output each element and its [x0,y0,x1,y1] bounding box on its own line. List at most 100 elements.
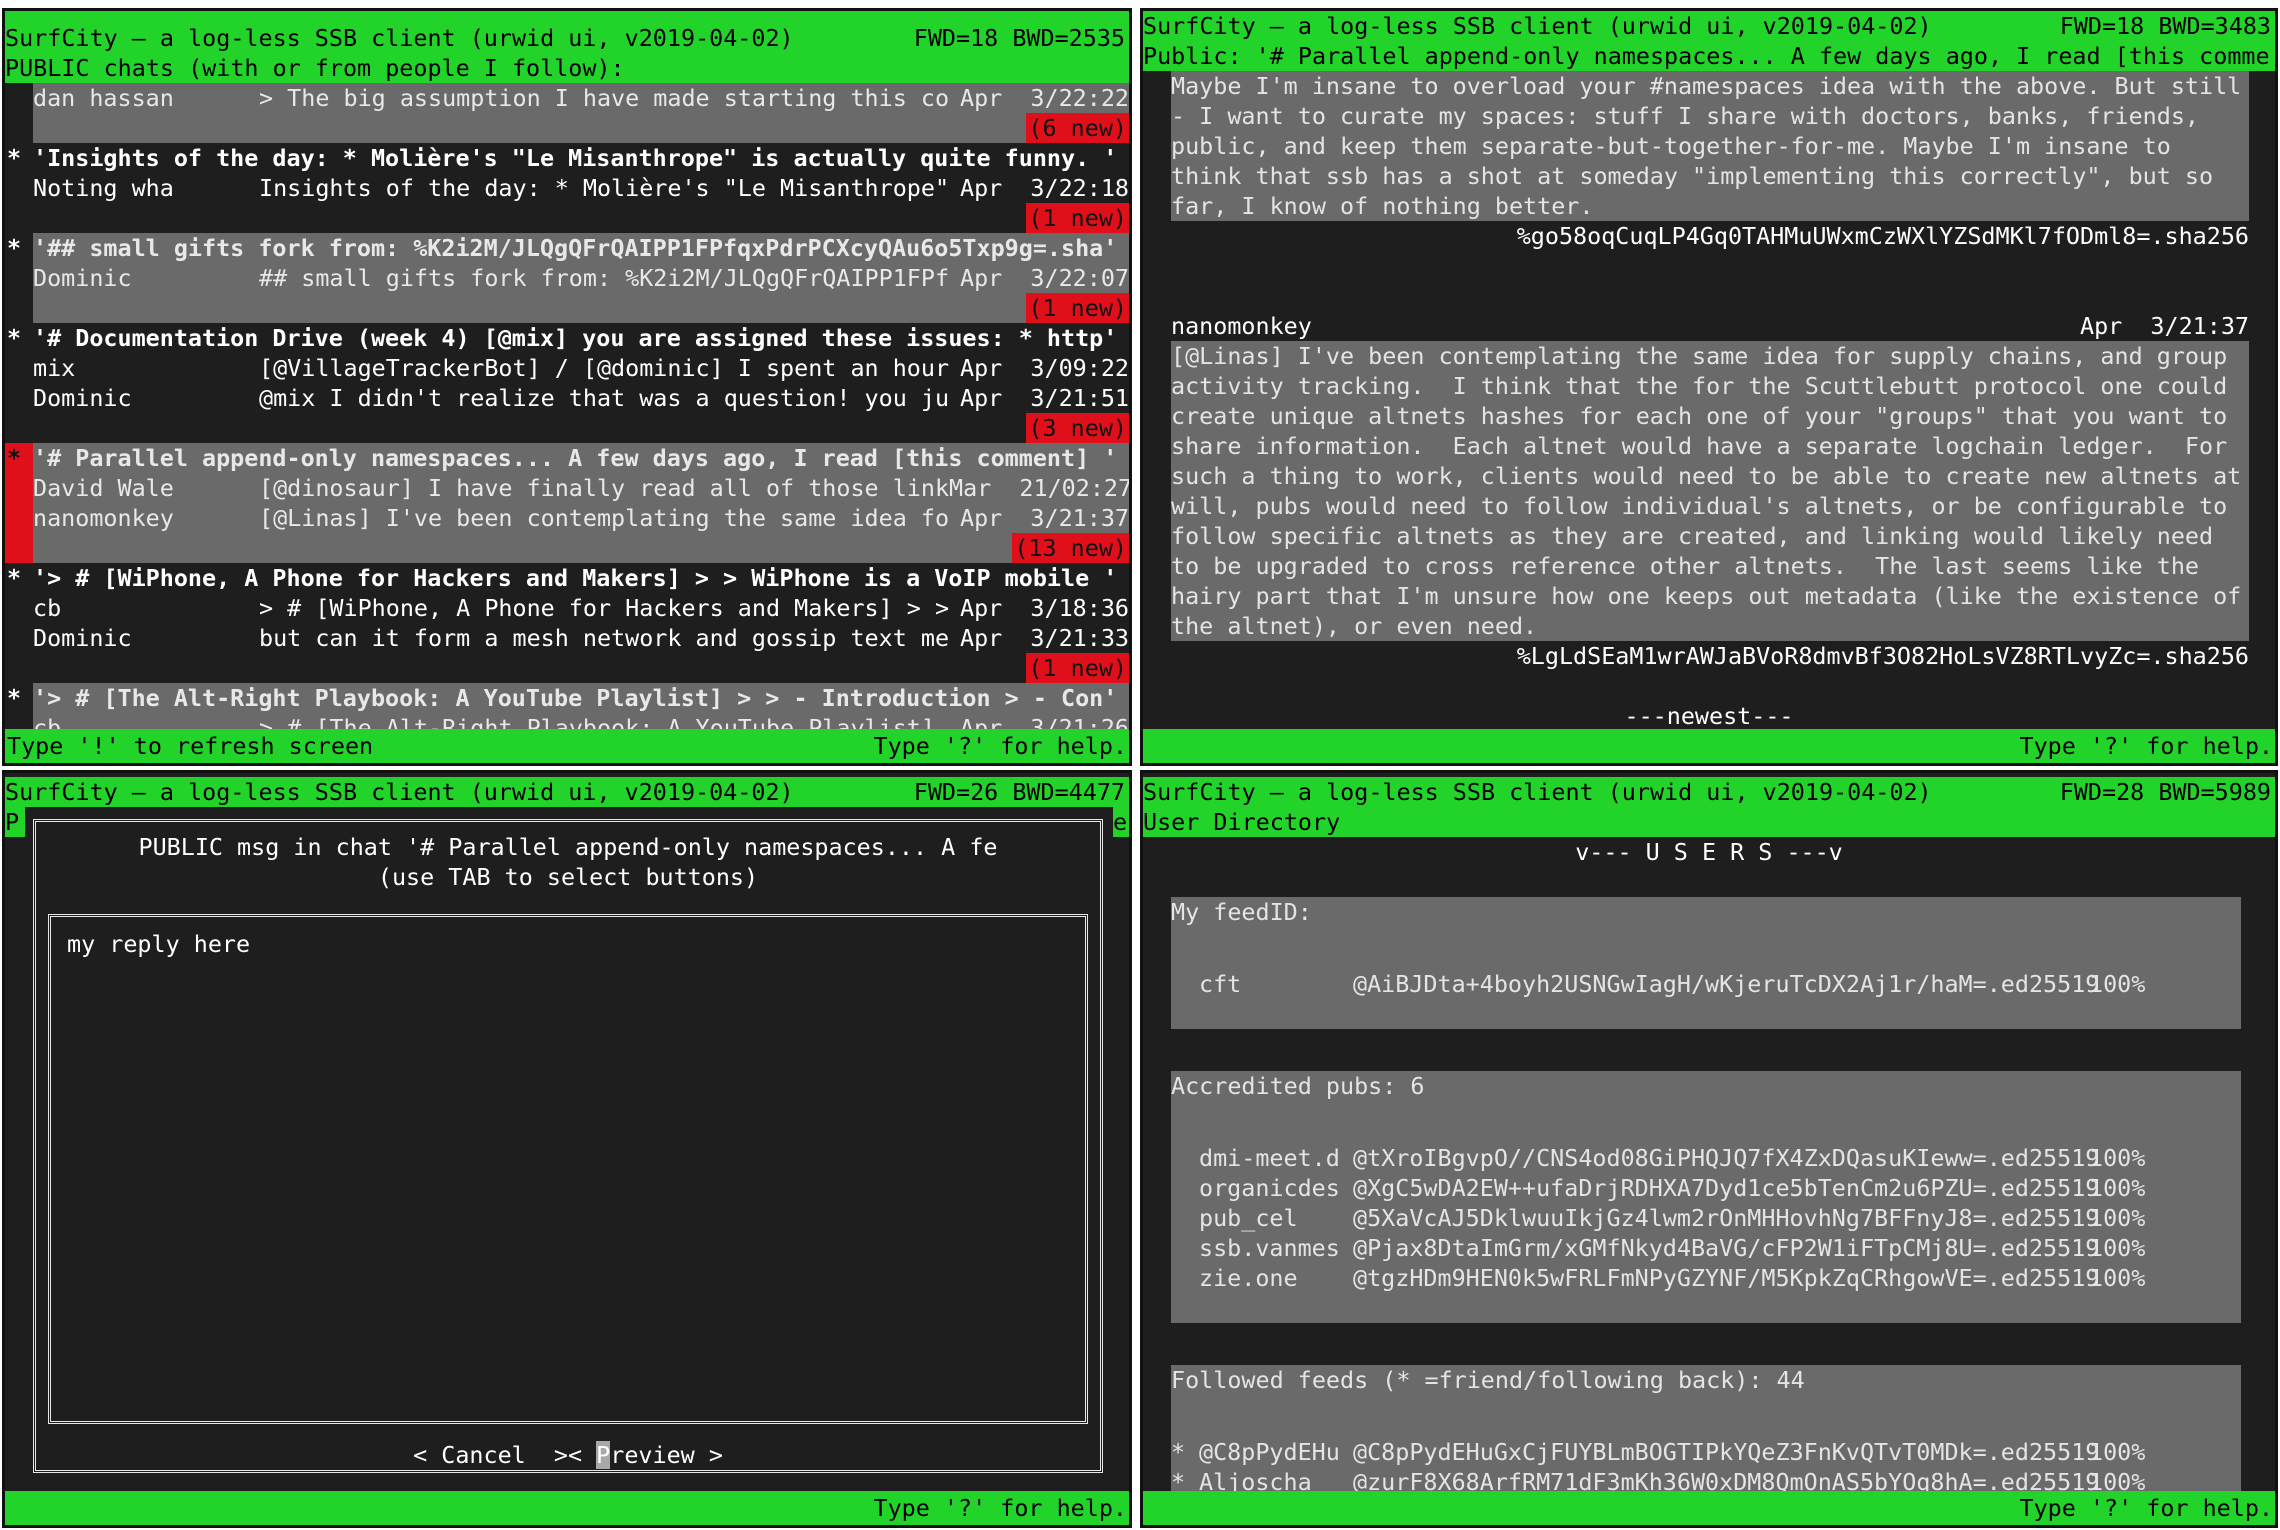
thread-messages: Maybe I'm insane to overload your #names… [1143,71,2275,671]
message-body-line: far, I know of nothing better. [1171,192,1594,220]
friend-star [1171,969,1199,999]
thread-title: '# Parallel append-only namespaces... A … [33,444,1118,472]
user-feed-id: @AiBJDta+4boyh2USNGwIagH/wKjeruTcDX2Aj1r… [1353,970,2100,998]
user-feed-id: @XgC5wDA2EW++ufaDrjRDHXA7Dyd1ce5bTenCm2u… [1353,1174,2100,1202]
chat-thread[interactable]: 'Insights of the day: * Molière's "Le Mi… [5,143,1129,233]
star-icon: * [7,234,22,262]
message-snippet: Insights of the day: * Molière's "Le Mis… [259,174,949,202]
message-date: Apr 3/09:22 [949,353,1129,383]
user-feed-id: @Pjax8DtaImGrm/xGMfNkyd4BaVG/cFP2W1iFTpC… [1353,1234,2100,1262]
new-count-badge: (3 new) [1026,413,1129,443]
message-author: nanomonkey [33,504,174,532]
user-name: zie.one [1199,1264,1298,1292]
scrolled-header-remnant [5,11,1129,23]
chat-thread[interactable]: '## small gifts fork from: %K2i2M/JLQgQF… [5,233,1129,323]
message-author: mix [33,354,76,382]
thread-message[interactable]: nanomonkey Apr 3/21:37 [@Linas] I've been … [1143,251,2275,671]
message-snippet: ## small gifts fork from: %K2i2M/JLQgQFr… [259,264,949,292]
thread-subtitle: Public: '# Parallel append-only namespac… [1143,41,2275,71]
message-body-line: the altnet), or even need. [1171,612,1538,640]
message-date: Apr 3/22:07 [949,263,1129,293]
message-body-line: think that ssb has a shot at someday "im… [1171,162,2214,190]
message-time: 3/22:07 [1030,264,1129,292]
preview-open-bracket: < [567,1441,597,1469]
chat-thread[interactable]: '> # [WiPhone, A Phone for Hackers and M… [5,563,1129,683]
chat-thread[interactable]: '# Parallel append-only namespaces... A … [5,443,1129,563]
message-time: 3/21:33 [1030,624,1129,652]
subtitle-edge-left: P [5,807,25,837]
message-month: Apr [960,264,1003,292]
message-body-line: to be upgraded to cross reference other … [1171,552,2200,580]
user-row[interactable]: dmi-meet.d @tXroIBgvpO//CNS4od08GiPHQJQ7f… [1171,1143,2241,1173]
message-body-line: such a thing to work, clients would need… [1171,462,2242,490]
chat-list-subtitle: PUBLIC chats (with or from people I foll… [5,53,1129,83]
star-icon: * [7,684,22,712]
user-row[interactable]: organicdes @XgC5wDA2EW++ufaDrjRDHXA7Dyd1c… [1171,1173,2241,1203]
thread-list: dan hassan > The big assumption I have ma… [5,83,1129,743]
help-hint: Type '?' for help. [2019,1494,2273,1522]
status-bar: Type '?' for help. [5,1491,1129,1525]
message-month: Apr [960,624,1003,652]
user-name: cft [1199,970,1242,998]
dialog-hint: (use TAB to select buttons) [377,863,759,891]
chat-thread[interactable]: dan hassan > The big assumption I have ma… [5,83,1129,143]
preview-button[interactable]: < Preview > [568,1441,723,1469]
user-row[interactable]: pub_cel @5XaVcAJ5DklwuuIkjGz4lwm2rOnMHHov… [1171,1203,2241,1233]
new-count-badge: (13 new) [1012,533,1129,563]
compose-dialog: PUBLIC msg in chat '# Parallel append-on… [33,819,1103,1473]
friend-star [1171,1143,1199,1173]
message-date: Apr 3/21:37 [2080,312,2249,340]
message-month: Apr [960,594,1003,622]
message-preview-row: Dominic ## small gifts fork from: %K2i2M/… [33,263,1129,293]
message-hash: %go58oqCuqLP4Gq0TAHMuUWxmCzWXlYZSdMKl7fO… [1516,222,2249,250]
message-time: 3/09:22 [1030,354,1129,382]
friend-star: * [1171,1438,1186,1466]
user-feed-id: @tXroIBgvpO//CNS4od08GiPHQJQ7fX4ZxDQasuK… [1353,1144,2100,1172]
user-row[interactable]: * @C8pPydEHu @C8pPydEHuGxCjFUYBLmBOGTIPkYQ… [1171,1437,2241,1467]
message-author: cb [33,594,62,622]
app-title-bar: SurfCity – a log-less SSB client (urwid … [1143,777,2275,807]
message-author: Noting wha [33,174,174,202]
message-time: 3/21:51 [1030,384,1129,412]
message-date: Mar 21/02:27 [949,473,1129,503]
new-count-badge: (1 new) [1026,293,1129,323]
message-month: Apr [960,354,1003,382]
message-author: nanomonkey [1171,312,1312,340]
message-input[interactable]: my reply here [48,914,1088,1424]
new-badge-row: (1 new) [33,203,1129,233]
cancel-button[interactable]: < Cancel > [413,1441,568,1469]
new-badge-row: (1 new) [33,293,1129,323]
star-icon: * [7,144,22,172]
user-directory-terminal: SurfCity – a log-less SSB client (urwid … [1140,770,2278,1528]
user-feed-id: @C8pPydEHuGxCjFUYBLmBOGTIPkYQeZ3FnKvQTvT… [1353,1438,2100,1466]
app-title: SurfCity – a log-less SSB client (urwid … [5,24,794,52]
chat-list-terminal: SurfCity – a log-less SSB client (urwid … [2,8,1132,766]
message-time: 21/02:27 [1019,474,1132,502]
message-month: Apr [960,504,1003,532]
subtitle-edge-right: e [1113,807,1129,837]
feed-counters: FWD=18 BWD=3483 [2059,12,2271,40]
section-label: My feedID: [1171,898,1312,926]
sync-percent: 100% [2089,1438,2146,1466]
message-body: [@Linas] I've been contemplating the sam… [1171,341,2249,641]
user-row[interactable]: ssb.vanmes @Pjax8DtaImGrm/xGMfNkyd4BaVG/c… [1171,1233,2241,1263]
new-badge-row: (6 new) [33,113,1129,143]
help-hint: Type '?' for help. [873,1494,1127,1522]
thread-message[interactable]: Maybe I'm insane to overload your #names… [1143,71,2275,251]
app-title: SurfCity – a log-less SSB client (urwid … [1143,778,1932,806]
friend-star [1171,1203,1199,1233]
user-name: dmi-meet.d [1199,1144,1340,1172]
message-snippet: [@dinosaur] I have finally read all of t… [259,474,949,502]
message-body-line: - I want to curate my spaces: stuff I sh… [1171,102,2200,130]
message-author: Dominic [33,384,132,412]
star-icon: * [7,444,22,472]
selection-marker [5,83,33,143]
message-body-line: public, and keep them separate-but-toget… [1171,132,2171,160]
thread-title: '# Documentation Drive (week 4) [@mix] y… [33,324,1118,352]
user-row[interactable]: zie.one @tgzHDm9HEN0k5wFRLFmNPyGZYNF/M5Kp… [1171,1263,2241,1293]
message-time: 3/22:22 [1030,84,1129,112]
chat-thread[interactable]: '# Documentation Drive (week 4) [@mix] y… [5,323,1129,443]
friend-star [1171,1173,1199,1203]
user-row[interactable]: cft @AiBJDta+4boyh2USNGwIagH/wKjeruTcDX2A… [1171,969,2241,999]
message-body-line: hairy part that I'm unsure how one keeps… [1171,582,2242,610]
